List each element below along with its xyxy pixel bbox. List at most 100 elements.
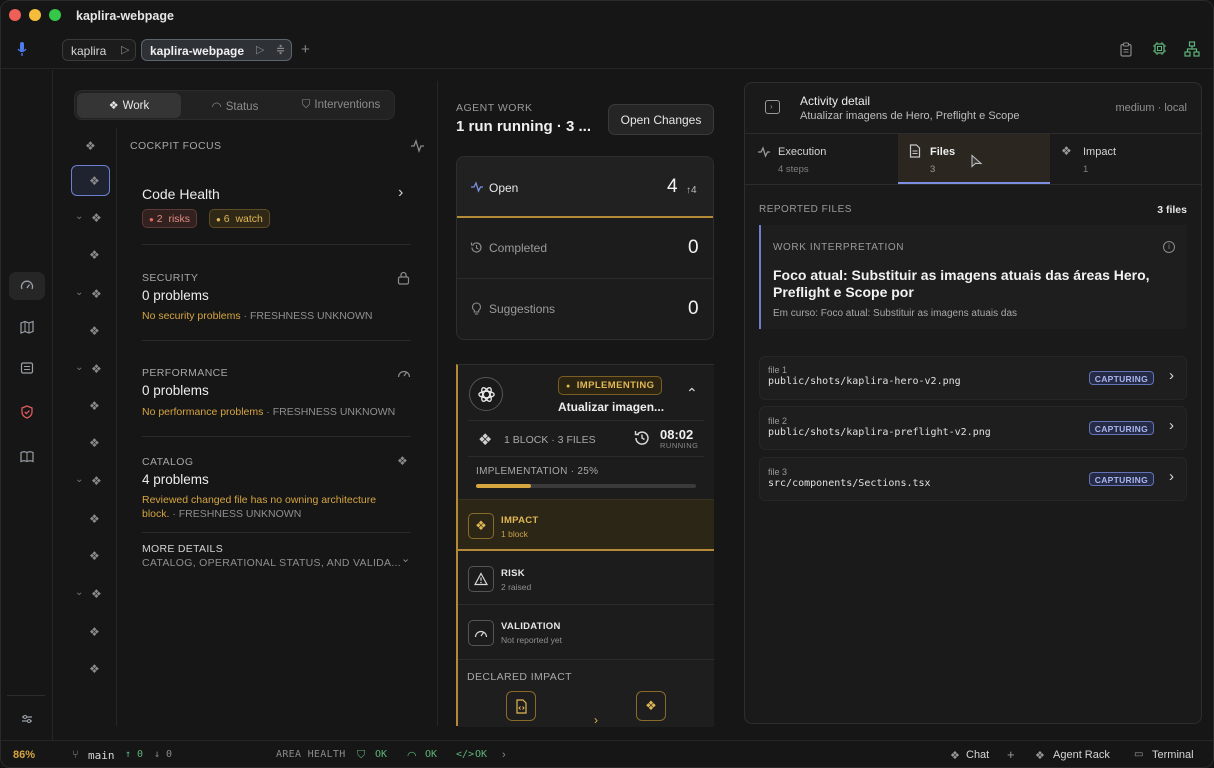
count-row-open[interactable]: Open 4 ↑4 (457, 157, 713, 218)
zoom-level[interactable]: 86% (13, 749, 35, 761)
file-node[interactable] (506, 691, 536, 721)
info-icon[interactable]: i (1163, 241, 1175, 253)
play-icon[interactable]: ▷ (121, 43, 129, 56)
gauge-icon (20, 280, 34, 290)
tab-impact[interactable]: ❖ Impact 1 (1051, 134, 1201, 184)
run-title: Atualizar imagen... (558, 400, 665, 414)
count-value: 0 (688, 298, 699, 319)
add-button[interactable]: + (1007, 747, 1015, 762)
panel-divider (437, 81, 438, 726)
tab-files[interactable]: Files 3 (898, 134, 1050, 184)
minimize-window-button[interactable] (29, 9, 41, 21)
expand-chevron-icon[interactable]: ⌄ (75, 287, 83, 298)
file-row[interactable]: file 3 src/components/Sections.tsx CAPTU… (759, 457, 1187, 501)
block-icon[interactable]: ❖ (89, 248, 100, 262)
run-status: IMPLEMENTING (576, 380, 655, 391)
chat-button[interactable]: Chat (966, 749, 989, 761)
branch-name[interactable]: main (88, 749, 115, 762)
risk-row[interactable]: RISK 2 raised (458, 553, 714, 605)
tab-execution[interactable]: Execution 4 steps (745, 134, 897, 184)
block-icon[interactable]: ❖ (91, 287, 102, 301)
health-ok: OK (425, 749, 438, 760)
segment-status[interactable]: ◠ Status (183, 93, 287, 118)
chevron-up-icon[interactable]: ⌃ (686, 385, 698, 402)
block-icon[interactable]: ❖ (89, 399, 100, 413)
panel-title: Activity detail (800, 94, 871, 108)
gauge-icon: ◠ (407, 750, 417, 762)
interp-label: WORK INTERPRETATION (773, 242, 905, 253)
lightbulb-icon (472, 302, 481, 315)
segment-interventions[interactable]: ⛉ Interventions (289, 93, 393, 118)
add-tab-button[interactable]: + (301, 41, 310, 58)
chevron-right-icon[interactable]: › (1169, 417, 1174, 434)
git-branch-icon: ⑂ (72, 749, 79, 761)
segment-label: Interventions (314, 99, 381, 111)
clipboard-icon[interactable] (1119, 42, 1133, 57)
block-icon[interactable]: ❖ (89, 174, 100, 188)
rail-security-button[interactable] (9, 398, 45, 426)
chevron-right-icon[interactable]: › (1169, 367, 1174, 384)
file-label: file 2 (768, 416, 788, 426)
terminal-button[interactable]: Terminal (1152, 749, 1194, 761)
microphone-icon[interactable] (16, 41, 28, 57)
segment-label: Status (225, 101, 259, 113)
chevron-right-icon[interactable]: › (398, 184, 403, 202)
block-icon[interactable]: ❖ (91, 211, 102, 225)
close-window-button[interactable] (9, 9, 21, 21)
counts-card: Open 4 ↑4 Completed 0 Suggestions 0 (456, 156, 714, 340)
status-bar: 86% ⑂ main ↑ 0 ↓ 0 AREA HEALTH ⛉ OK ◠ OK… (1, 740, 1213, 767)
block-icon[interactable]: ❖ (89, 662, 100, 676)
sliders-icon[interactable]: ≑ (276, 43, 285, 56)
zoom-window-button[interactable] (49, 9, 61, 21)
validation-row[interactable]: VALIDATION Not reported yet (458, 606, 714, 660)
play-icon[interactable]: ▷ (256, 43, 264, 56)
expand-chevron-icon[interactable]: ⌄ (75, 211, 83, 222)
rail-settings-button[interactable] (9, 705, 45, 733)
rail-dashboard-button[interactable] (9, 272, 45, 300)
risks-badge[interactable]: ● 2 risks (142, 209, 198, 228)
expand-chevron-icon[interactable]: ⌄ (75, 362, 83, 373)
chevron-right-icon[interactable]: › (1169, 468, 1174, 485)
impact-row[interactable]: ❖ IMPACT 1 block (458, 499, 714, 551)
block-icon[interactable]: ❖ (89, 549, 100, 563)
collapse-panel-icon[interactable]: › (765, 100, 780, 114)
rail-divider (7, 695, 45, 696)
block-icon[interactable]: ❖ (91, 362, 102, 376)
file-row[interactable]: file 1 public/shots/kaplira-hero-v2.png … (759, 356, 1187, 400)
chevron-down-icon[interactable]: ⌄ (401, 552, 410, 565)
rail-docs-button[interactable] (9, 443, 45, 471)
run-scope: 1 BLOCK · 3 FILES (504, 434, 596, 446)
expand-chevron-icon[interactable]: ⌄ (75, 587, 83, 598)
agent-rack-button[interactable]: Agent Rack (1053, 749, 1110, 761)
tab-kaplira[interactable]: kaplira ▷ (62, 39, 136, 61)
segment-work[interactable]: ❖ Work (77, 93, 181, 118)
more-details-title[interactable]: MORE DETAILS (142, 543, 223, 555)
row-sub: 2 raised (501, 582, 532, 592)
open-changes-button[interactable]: Open Changes (608, 104, 714, 135)
blocks-icon: ❖ (397, 454, 408, 468)
chip-icon[interactable] (1152, 41, 1167, 56)
expand-chevron-icon[interactable]: ⌄ (75, 474, 83, 485)
hierarchy-icon[interactable] (1184, 41, 1200, 57)
block-icon[interactable]: ❖ (89, 625, 100, 639)
tab-kaplira-webpage[interactable]: kaplira-webpage ▷ ≑ (141, 39, 292, 61)
block-icon[interactable]: ❖ (89, 512, 100, 526)
watch-badge[interactable]: ● 6 watch (209, 209, 270, 228)
block-icon[interactable]: ❖ (89, 436, 100, 450)
block-icon[interactable]: ❖ (85, 139, 96, 153)
chevron-right-icon[interactable]: › (502, 749, 506, 761)
rail-map-button[interactable] (9, 313, 45, 341)
activity-icon[interactable] (410, 139, 425, 153)
count-row-completed[interactable]: Completed 0 (457, 219, 713, 279)
gauge-icon (474, 630, 488, 638)
catalog-note: Reviewed changed file has no owning arch… (142, 494, 377, 520)
count-row-suggestions[interactable]: Suggestions 0 (457, 280, 713, 340)
block-icon[interactable]: ❖ (91, 474, 102, 488)
block-node[interactable]: ❖ (636, 691, 666, 721)
blocks-icon: ❖ (108, 100, 119, 112)
rail-list-button[interactable] (9, 354, 45, 382)
block-icon[interactable]: ❖ (89, 324, 100, 338)
block-icon[interactable]: ❖ (91, 587, 102, 601)
row-title: IMPACT (501, 515, 539, 526)
file-row[interactable]: file 2 public/shots/kaplira-preflight-v2… (759, 406, 1187, 450)
